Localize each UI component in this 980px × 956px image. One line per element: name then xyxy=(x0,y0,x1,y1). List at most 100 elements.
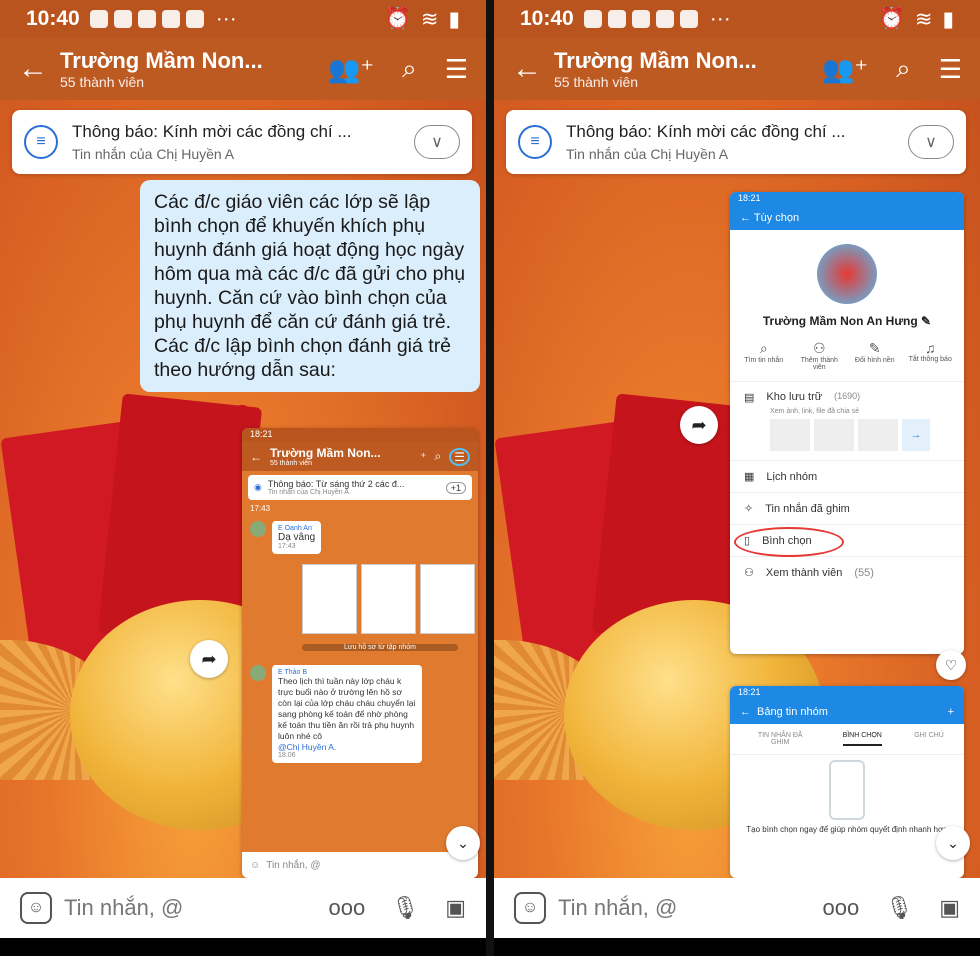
search-icon: ⌕ xyxy=(759,340,768,356)
chat-bubble-icon: ≡ xyxy=(24,125,58,159)
more-options-icon[interactable]: ooo xyxy=(823,895,860,921)
pinned-notice[interactable]: ≡ Thông báo: Kính mời các đồng chí ... T… xyxy=(506,110,966,174)
image-attachment[interactable]: 18:21 ← Trường Mầm Non... 55 thành viên … xyxy=(242,428,478,878)
notice-title: Thông báo: Kính mời các đồng chí ... xyxy=(72,122,352,141)
arrow-right-icon: → xyxy=(902,419,930,451)
message-bubble[interactable]: Các đ/c giáo viên các lớp sẽ lập bình ch… xyxy=(140,180,480,392)
mini-header-title: Bảng tin nhóm xyxy=(757,706,828,718)
more-options-icon[interactable]: ooo xyxy=(329,895,366,921)
status-bar: 10:40 ··· ⏰ ≋ ▮ xyxy=(0,0,486,38)
mini-time: 18:21 xyxy=(250,429,273,439)
notification-icon xyxy=(185,10,204,28)
notification-icon xyxy=(679,10,698,28)
chat-title-block[interactable]: Trường Mầm Non... 55 thành viên xyxy=(554,48,822,90)
option-row: ▦ Lịch nhóm xyxy=(730,460,964,492)
edit-icon: ✎ xyxy=(921,314,932,328)
menu-list-icon[interactable]: ☰ xyxy=(939,54,962,85)
group-avatar-wrap xyxy=(730,230,964,304)
mini-sender: E Thảo B xyxy=(278,669,308,676)
image-attachment[interactable]: 18:21 ← Tùy chọn Trường Mầm Non An Hưng … xyxy=(730,192,964,654)
scroll-down-icon[interactable]: ⌄ xyxy=(936,826,970,860)
mini-file-previews xyxy=(242,554,478,634)
more-notifications: ··· xyxy=(709,7,731,30)
left-phone: 10:40 ··· ⏰ ≋ ▮ ← Trường Mầm Non... 55 t… xyxy=(0,0,486,956)
share-icon[interactable]: ➦ xyxy=(680,406,718,444)
highlight-circle xyxy=(734,527,844,557)
member-count: 55 thành viên xyxy=(554,74,639,90)
emoji-icon[interactable]: ☺ xyxy=(514,892,546,924)
message-input[interactable]: Tin nhắn, @ xyxy=(558,895,823,921)
mini-header: ← Bảng tin nhóm + xyxy=(730,700,964,724)
heart-icon[interactable]: ♡ xyxy=(936,650,966,680)
image-icon[interactable]: ▣ xyxy=(939,895,960,921)
image-attachment[interactable]: 18:21 ← Bảng tin nhóm + TIN NHẮN ĐÃ GHIM … xyxy=(730,686,964,878)
notification-icon xyxy=(113,10,132,28)
poll-hint: Tạo bình chọn ngay để giúp nhóm quyết đị… xyxy=(746,825,948,834)
mini-message: E Oanh An Dạ vâng 17:43 xyxy=(272,521,322,554)
folder-icon: ▤ xyxy=(744,392,755,404)
menu-list-icon[interactable]: ☰ xyxy=(445,54,468,85)
add-member-icon[interactable]: 👥⁺ xyxy=(328,54,374,85)
action-label: Tắt thông báo xyxy=(908,356,952,363)
mini-reply: Dạ vâng xyxy=(278,532,316,543)
status-time: 10:40 xyxy=(26,7,80,30)
action-label: Đổi hình nền xyxy=(854,357,895,364)
status-right: ⏰ ≋ ▮ xyxy=(879,7,954,32)
scroll-down-icon[interactable]: ⌄ xyxy=(446,826,480,860)
brush-icon: ✎ xyxy=(868,340,881,356)
notice-subtitle: Tin nhắn của Chị Huyền A xyxy=(566,146,729,162)
file-thumb xyxy=(858,419,898,451)
chat-header: ← Trường Mầm Non... 55 thành viên 👥⁺ ⌕ ☰ xyxy=(494,38,980,100)
chat-title-block[interactable]: Trường Mầm Non... 55 thành viên xyxy=(60,48,328,90)
wifi-icon: ≋ xyxy=(914,7,933,31)
plus-icon: + xyxy=(947,706,954,718)
file-thumb xyxy=(814,419,854,451)
search-icon: ⌕ xyxy=(434,449,442,463)
alarm-icon: ⏰ xyxy=(384,7,411,30)
search-icon[interactable]: ⌕ xyxy=(896,53,911,85)
mini-notice-badge: +1 xyxy=(445,481,466,494)
action-mute: ♫ Tắt thông báo xyxy=(906,340,954,371)
image-icon[interactable]: ▣ xyxy=(445,895,466,921)
mini-system-note: Lưu hồ sơ từ tập nhóm xyxy=(302,644,458,651)
option-row: ✧ Tin nhắn đã ghim xyxy=(730,492,964,524)
mini-notice-title: Thông báo: Từ sáng thứ 2 các đ... xyxy=(267,479,405,489)
option-label: Xem thành viên xyxy=(765,566,843,579)
notification-icon xyxy=(583,10,602,28)
action-wallpaper: ✎ Đổi hình nền xyxy=(851,340,899,371)
action-label: Thêm thành viên xyxy=(800,357,838,371)
chevron-down-icon[interactable]: ∨ xyxy=(414,125,460,159)
notification-icon xyxy=(89,10,108,28)
mini-header-title: Tùy chọn xyxy=(753,212,800,224)
back-arrow-icon[interactable]: ← xyxy=(512,52,554,86)
search-icon[interactable]: ⌕ xyxy=(402,53,417,85)
action-search: ⌕ Tìm tin nhắn xyxy=(740,340,788,371)
mini-timestamp: 18:06 xyxy=(278,752,296,759)
notification-icon xyxy=(631,10,650,28)
add-member-icon[interactable]: 👥⁺ xyxy=(822,54,868,85)
alarm-icon: ⏰ xyxy=(878,7,905,30)
battery-icon: ▮ xyxy=(942,7,954,31)
share-icon[interactable]: ➦ xyxy=(190,640,228,678)
option-row: ⚇ Xem thành viên (55) xyxy=(730,556,964,588)
message-input[interactable]: Tin nhắn, @ xyxy=(64,895,329,921)
add-member-icon: ⚇ xyxy=(812,340,826,356)
chat-header: ← Trường Mầm Non... 55 thành viên 👥⁺ ⌕ ☰ xyxy=(0,38,486,100)
chat-title: Trường Mầm Non... xyxy=(60,48,263,73)
back-arrow-icon[interactable]: ← xyxy=(18,52,60,86)
mini-status-bar: 18:21 xyxy=(242,428,478,442)
mini-header: ← Tùy chọn xyxy=(730,206,964,230)
mini-input: Tin nhắn, @ xyxy=(266,859,321,871)
storage-sub: Xem ảnh, link, file đã chia sẻ xyxy=(770,408,860,415)
system-nav-bar xyxy=(0,938,486,956)
chevron-down-icon[interactable]: ∨ xyxy=(908,125,954,159)
microphone-icon[interactable]: 🎙 xyxy=(391,895,419,921)
avatar xyxy=(250,521,266,537)
message-composer: ☺ Tin nhắn, @ ooo 🎙 ▣ xyxy=(494,878,980,938)
microphone-icon[interactable]: 🎙 xyxy=(885,895,913,921)
option-row: ▯ Bình chọn xyxy=(730,524,964,557)
composer-tools: ooo 🎙 ▣ xyxy=(329,895,466,921)
mini-timestamp: 17:43 xyxy=(250,504,271,513)
pinned-notice[interactable]: ≡ Thông báo: Kính mời các đồng chí ... T… xyxy=(12,110,472,174)
emoji-icon[interactable]: ☺ xyxy=(20,892,52,924)
